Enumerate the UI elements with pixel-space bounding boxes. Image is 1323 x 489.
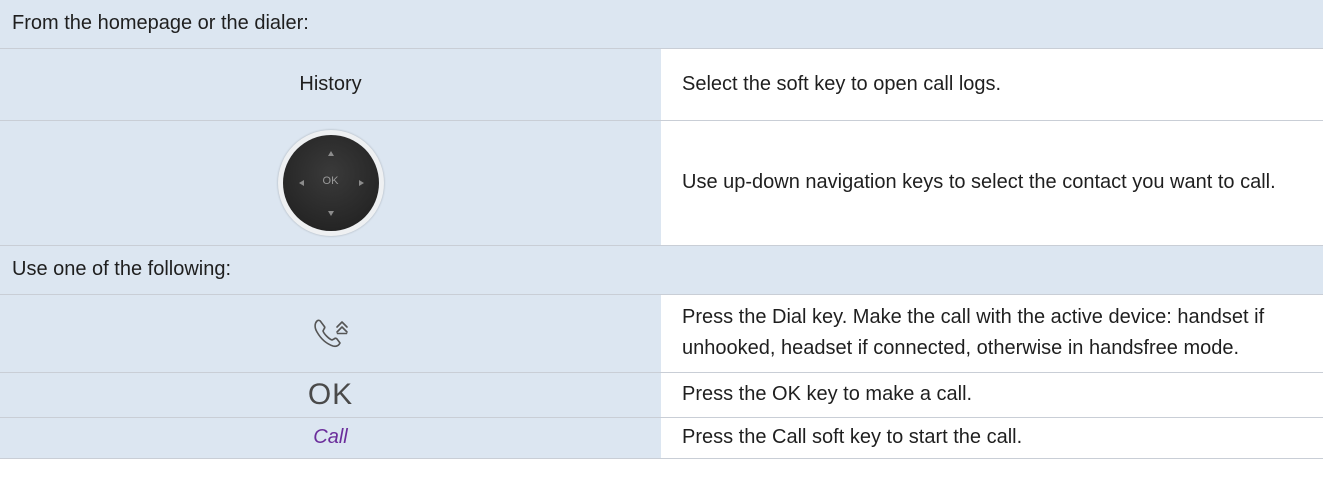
ok-key-cell: OK [0, 372, 662, 418]
navigation-description: Use up-down navigation keys to select th… [661, 120, 1323, 246]
table-row-ok: OK Press the OK key to make a call. [0, 372, 1323, 418]
table-row-dial: Press the Dial key. Make the call with t… [0, 294, 1323, 373]
table-row-history: History Select the soft key to open call… [0, 48, 1323, 121]
history-soft-key-label: History [299, 72, 362, 95]
section-header-row: From the homepage or the dialer: [0, 0, 1323, 49]
section-header-row: Use one of the following: [0, 245, 1323, 295]
ok-description: Press the OK key to make a call. [661, 372, 1323, 418]
section-header-options: Use one of the following: [0, 245, 1323, 295]
call-description: Press the Call soft key to start the cal… [661, 417, 1323, 459]
instructions-table: From the homepage or the dialer: History… [0, 0, 1323, 459]
arrow-up-icon [327, 150, 334, 156]
table-row-navigation: OK Use up-down navigation keys to select… [0, 120, 1323, 246]
dial-key-cell [0, 294, 662, 373]
navigation-keypad-icon: OK [277, 129, 384, 236]
navigation-ok-label: OK [322, 174, 339, 187]
section-header-intro: From the homepage or the dialer: [0, 0, 1323, 49]
ok-key-label: OK [307, 377, 354, 411]
dial-key-icon [313, 319, 348, 348]
table-row-call: Call Press the Call soft key to start th… [0, 417, 1323, 459]
call-soft-key-label: Call [313, 426, 348, 448]
history-description: Select the soft key to open call logs. [661, 48, 1323, 121]
dial-description: Press the Dial key. Make the call with t… [661, 294, 1323, 373]
navigation-key-cell: OK [0, 120, 662, 246]
history-key-cell: History [0, 48, 662, 121]
arrow-down-icon [327, 210, 334, 216]
call-key-cell: Call [0, 417, 662, 459]
